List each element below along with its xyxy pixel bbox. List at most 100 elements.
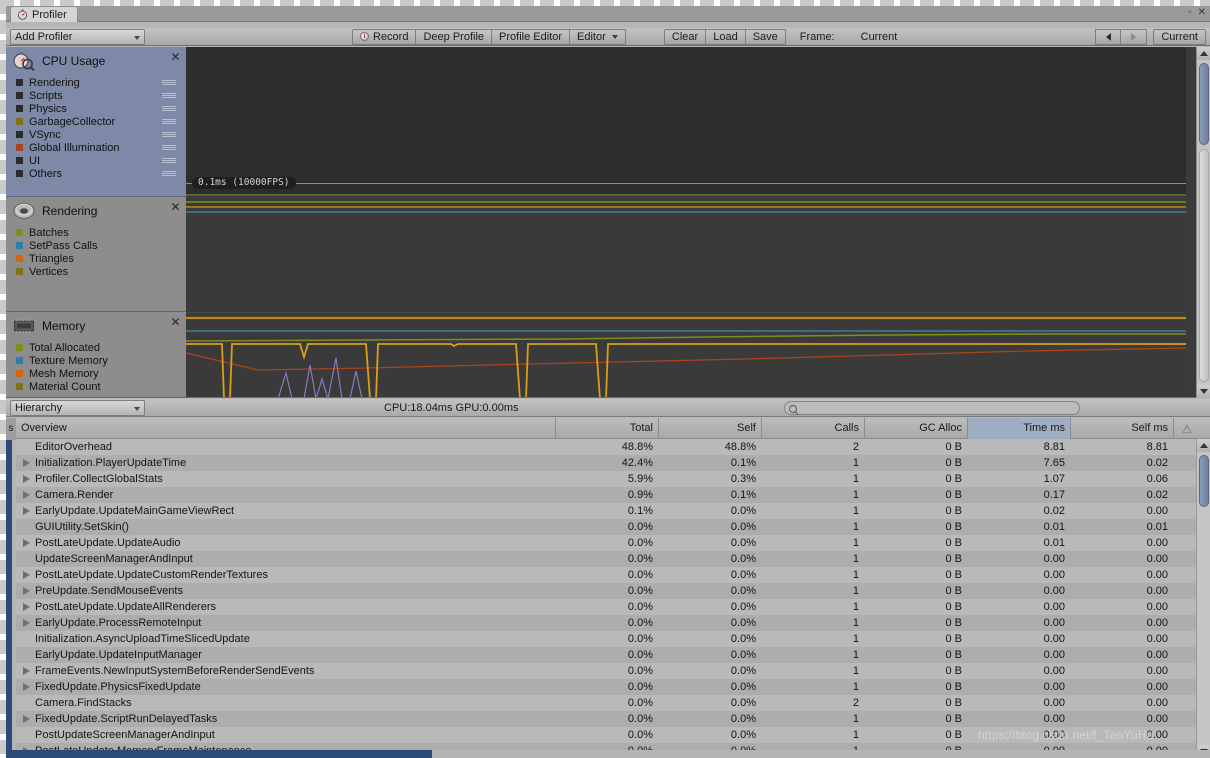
add-profiler-dropdown[interactable]: Add Profiler xyxy=(10,28,145,45)
table-row[interactable]: PostUpdateScreenManagerAndInput 0.0% 0.0% 1… xyxy=(16,727,1196,743)
expand-arrow-icon[interactable] xyxy=(22,682,31,692)
table-row[interactable]: PostLateUpdate.UpdateAllRenderers 0.0% 0.0… xyxy=(16,599,1196,615)
tab-profiler[interactable]: Profiler xyxy=(10,6,78,22)
legend-item[interactable]: Vertices xyxy=(16,265,186,278)
cell-self-ms: 0.00 xyxy=(1146,681,1168,693)
expand-arrow-icon[interactable] xyxy=(22,618,31,628)
table-row[interactable]: GUIUtility.SetSkin() 0.0% 0.0% 1 0 B 0.01 0.01 xyxy=(16,519,1196,535)
chart-rendering[interactable] xyxy=(186,197,1186,312)
legend-item[interactable]: Others xyxy=(16,167,186,180)
clear-button[interactable]: Clear xyxy=(663,28,707,45)
legend-item[interactable]: Mesh Memory xyxy=(16,367,186,380)
expand-arrow-icon[interactable] xyxy=(22,458,31,468)
table-row[interactable]: EditorOverhead 48.8% 48.8% 2 0 B 8.81 8.81 xyxy=(16,439,1196,455)
legend-item[interactable]: Global Illumination xyxy=(16,141,186,154)
table-row[interactable]: Initialization.PlayerUpdateTime 42.4% 0.1%… xyxy=(16,455,1196,471)
module-cpu-usage[interactable]: CPU Usage ✕ Rendering Scripts Physics Ga… xyxy=(6,47,186,197)
graph-scroll-track[interactable] xyxy=(1199,149,1209,382)
drag-handle-icon[interactable] xyxy=(162,145,176,150)
close-icon[interactable]: ✕ xyxy=(170,201,181,214)
drag-handle-icon[interactable] xyxy=(162,80,176,85)
legend-item[interactable]: VSync xyxy=(16,128,186,141)
deep-profile-button[interactable]: Deep Profile xyxy=(416,28,493,45)
table-row[interactable]: EarlyUpdate.UpdateMainGameViewRect 0.1% 0.… xyxy=(16,503,1196,519)
table-row[interactable]: PostLateUpdate.UpdateAudio 0.0% 0.0% 1 0 B 0.… xyxy=(16,535,1196,551)
legend-item[interactable]: Batches xyxy=(16,226,186,239)
table-row[interactable]: Initialization.AsyncUploadTimeSlicedUpda… xyxy=(16,631,1196,647)
drag-handle-icon[interactable] xyxy=(162,119,176,124)
legend-item[interactable]: Scripts xyxy=(16,89,186,102)
cell-calls: 1 xyxy=(852,521,859,533)
save-button[interactable]: Save xyxy=(745,28,786,45)
table-row[interactable]: FixedUpdate.ScriptRunDelayedTasks 0.0% 0.0… xyxy=(16,711,1196,727)
drag-handle-icon[interactable] xyxy=(162,106,176,111)
chart-cpu-usage[interactable]: 0.1ms (10000FPS) xyxy=(186,47,1186,197)
module-memory[interactable]: Memory ✕ Total Allocated Texture Memory … xyxy=(6,312,186,398)
expand-arrow-icon[interactable] xyxy=(22,538,31,548)
column-header-self-ms[interactable]: Self ms xyxy=(1071,418,1174,439)
legend-item[interactable]: SetPass Calls xyxy=(16,239,186,252)
scroll-down-icon[interactable] xyxy=(1197,385,1210,398)
column-header-time-ms[interactable]: Time ms xyxy=(968,418,1071,439)
legend-item[interactable]: Texture Memory xyxy=(16,354,186,367)
legend-item[interactable]: UI xyxy=(16,154,186,167)
load-button[interactable]: Load xyxy=(706,28,746,45)
expand-arrow-icon[interactable] xyxy=(22,570,31,580)
chart-canvas[interactable]: 0.1ms (10000FPS) xyxy=(186,47,1186,397)
expand-arrow-icon[interactable] xyxy=(22,602,31,612)
table-row[interactable]: Camera.Render 0.9% 0.1% 1 0 B 0.17 0.02 xyxy=(16,487,1196,503)
table-row[interactable]: EarlyUpdate.ProcessRemoteInput 0.0% 0.0% 1 0… xyxy=(16,615,1196,631)
column-header-overview[interactable]: Overview xyxy=(16,418,556,439)
column-header-gc-alloc[interactable]: GC Alloc xyxy=(865,418,968,439)
column-header-self[interactable]: Self xyxy=(659,418,762,439)
table-row[interactable]: FrameEvents.NewInputSystemBeforeRenderSe… xyxy=(16,663,1196,679)
module-rendering[interactable]: Rendering ✕ Batches SetPass Calls Triang… xyxy=(6,197,186,312)
scroll-up-icon[interactable] xyxy=(1197,439,1210,452)
drag-handle-icon[interactable] xyxy=(162,93,176,98)
expand-arrow-icon[interactable] xyxy=(22,474,31,484)
graph-scrollbar[interactable] xyxy=(1196,47,1210,398)
table-row[interactable]: Profiler.CollectGlobalStats 5.9% 0.3% 1 0 B 1… xyxy=(16,471,1196,487)
table-row[interactable]: FixedUpdate.PhysicsFixedUpdate 0.0% 0.0% 1 0… xyxy=(16,679,1196,695)
current-frame-button[interactable]: Current xyxy=(1153,28,1206,45)
drag-handle-icon[interactable] xyxy=(162,171,176,176)
legend-item[interactable]: Physics xyxy=(16,102,186,115)
chart-memory[interactable] xyxy=(186,312,1186,397)
table-body[interactable]: EditorOverhead 48.8% 48.8% 2 0 B 8.81 8.81 Init… xyxy=(16,439,1196,758)
close-icon[interactable]: ✕ xyxy=(170,316,181,329)
table-scroll-thumb[interactable] xyxy=(1199,455,1209,507)
table-row[interactable]: Camera.FindStacks 0.0% 0.0% 2 0 B 0.00 0.00 xyxy=(16,695,1196,711)
record-button[interactable]: Record xyxy=(352,28,417,45)
table-row[interactable]: PostLateUpdate.UpdateCustomRenderTexture… xyxy=(16,567,1196,583)
drag-handle-icon[interactable] xyxy=(162,158,176,163)
expand-arrow-icon[interactable] xyxy=(22,506,31,516)
legend-item[interactable]: Material Count xyxy=(16,380,186,393)
column-header-total[interactable]: Total xyxy=(556,418,659,439)
legend-item[interactable]: Total Allocated xyxy=(16,341,186,354)
sort-direction-icon[interactable] xyxy=(1174,418,1200,439)
table-row[interactable]: UpdateScreenManagerAndInput 0.0% 0.0% 1 0 B 0… xyxy=(16,551,1196,567)
editor-target-dropdown[interactable]: Editor xyxy=(570,28,626,45)
next-frame-button[interactable] xyxy=(1121,28,1148,45)
legend-item[interactable]: GarbageCollector xyxy=(16,115,186,128)
hierarchy-view-dropdown[interactable]: Hierarchy xyxy=(10,399,145,416)
table-scrollbar[interactable] xyxy=(1196,439,1210,758)
legend-item[interactable]: Rendering xyxy=(16,76,186,89)
profile-editor-button[interactable]: Profile Editor xyxy=(492,28,570,45)
search-input[interactable] xyxy=(784,401,1080,415)
expand-arrow-icon[interactable] xyxy=(22,714,31,724)
expand-arrow-icon[interactable] xyxy=(22,586,31,596)
legend-item[interactable]: Triangles xyxy=(16,252,186,265)
column-header-calls[interactable]: Calls xyxy=(762,418,865,439)
prev-frame-button[interactable] xyxy=(1095,28,1122,45)
table-row[interactable]: PreUpdate.SendMouseEvents 0.0% 0.0% 1 0 B 0.0… xyxy=(16,583,1196,599)
expand-arrow-icon[interactable] xyxy=(22,490,31,500)
expand-arrow-icon[interactable] xyxy=(22,666,31,676)
close-icon[interactable]: ✕ xyxy=(1198,8,1206,18)
table-row[interactable]: EarlyUpdate.UpdateInputManager 0.0% 0.0% 1 0… xyxy=(16,647,1196,663)
minimize-icon[interactable]: ▫ xyxy=(1188,8,1192,18)
graph-scroll-thumb[interactable] xyxy=(1199,63,1209,145)
scroll-up-icon[interactable] xyxy=(1197,47,1210,60)
close-icon[interactable]: ✕ xyxy=(170,51,181,64)
drag-handle-icon[interactable] xyxy=(162,132,176,137)
